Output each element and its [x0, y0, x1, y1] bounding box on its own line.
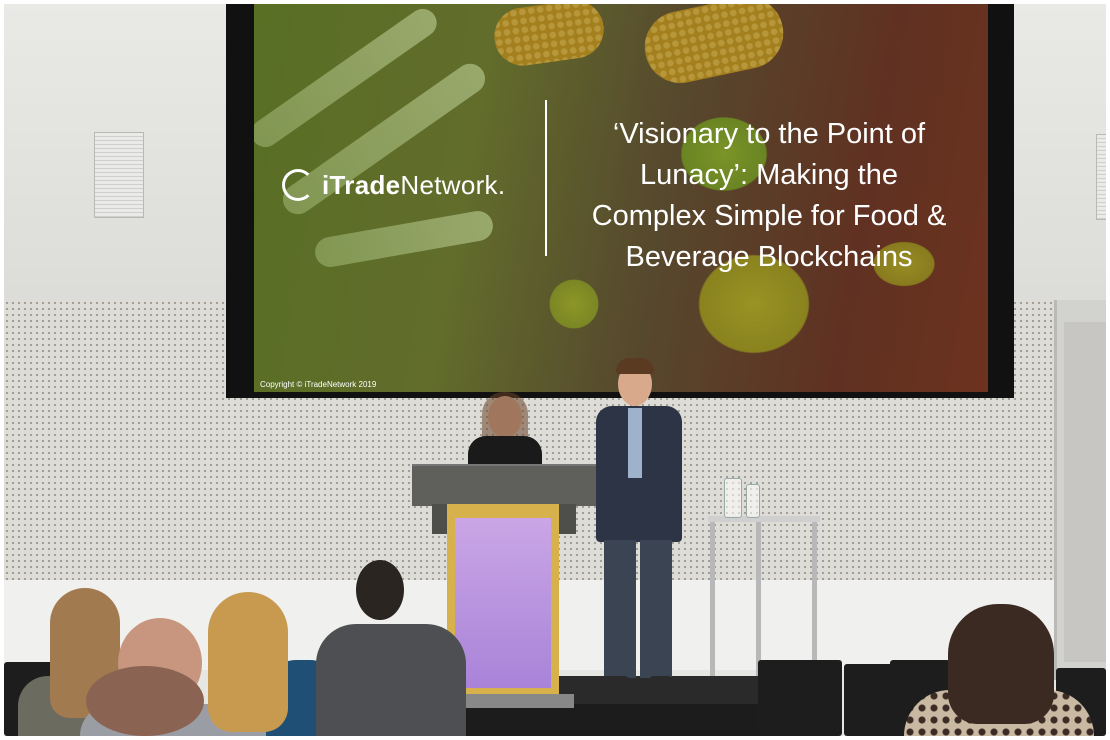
slide-title: ‘Visionary to the Point of Lunacy’: Maki… — [559, 114, 979, 278]
audience-head — [86, 666, 204, 736]
presenter-leg — [604, 540, 636, 678]
itrade-logo-icon — [282, 169, 314, 201]
presenter-shoe — [648, 676, 674, 692]
podium-light-panel — [455, 518, 551, 688]
conference-photo: iTradeNetwork. ‘Visionary to the Point o… — [4, 4, 1106, 736]
slide-copyright: Copyright © iTradeNetwork 2019 — [260, 380, 377, 389]
audience-chair — [758, 660, 842, 736]
slide-title-line: ‘Visionary to the Point of — [612, 118, 926, 150]
slide-title-line: Complex Simple for Food & — [591, 200, 947, 232]
slide-divider — [545, 100, 547, 256]
presenter-shirt — [628, 408, 642, 478]
logo-text-rest: Network. — [400, 169, 506, 200]
table-leg — [812, 522, 817, 672]
water-glass — [746, 484, 760, 518]
slide-title-line: Lunacy’: Making the — [640, 159, 898, 191]
presenter-leg — [640, 540, 672, 678]
itrade-network-logo: iTradeNetwork. — [282, 169, 505, 201]
podium-top — [412, 464, 596, 506]
projection-screen: iTradeNetwork. ‘Visionary to the Point o… — [254, 4, 988, 392]
audience-head — [356, 560, 404, 620]
audience-hair — [948, 604, 1054, 724]
presenter-shoe — [590, 676, 630, 690]
table-leg — [710, 522, 715, 702]
logo-text-bold: iTrade — [322, 169, 401, 200]
water-jug — [724, 478, 742, 518]
podium-base — [462, 694, 574, 708]
right-wall-speaker — [1096, 134, 1106, 220]
slide-title-line: Beverage Blockchains — [625, 241, 913, 273]
audience-hoodie — [316, 624, 466, 736]
left-wall-speaker — [94, 132, 144, 218]
audience-hair — [208, 592, 288, 732]
door — [1064, 322, 1106, 662]
presenter-torso — [468, 436, 542, 466]
presenter-hair — [616, 358, 654, 374]
